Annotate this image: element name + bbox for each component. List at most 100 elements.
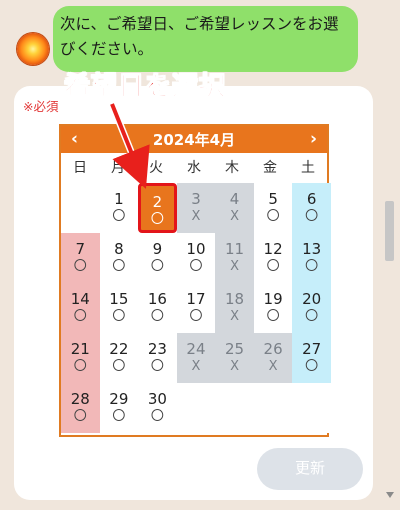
calendar-day-1[interactable]: 1〇 [100,183,139,233]
availability-mark: 〇 [112,409,126,424]
chat-message-bubble: 次に、ご希望日、ご希望レッスンをお選 びください。 [53,6,358,72]
calendar-day-5[interactable]: 5〇 [254,183,293,233]
availability-mark: 〇 [266,259,280,274]
calendar-day-13[interactable]: 13 〇 [292,233,331,283]
calendar-day-10[interactable]: 10 〇 [177,233,216,283]
day-number: 19 [263,290,283,308]
availability-mark: 〇 [305,209,319,224]
availability-mark: 〇 [73,359,87,374]
day-number: 10 [186,240,206,258]
availability-mark: 〇 [150,212,164,227]
day-number: 16 [147,290,167,308]
calendar-empty-cell [215,383,254,433]
calendar-day-17[interactable]: 17 〇 [177,283,216,333]
calendar-day-8[interactable]: 8〇 [100,233,139,283]
calendar-day-28[interactable]: 28 〇 [61,383,100,433]
calendar-day-20[interactable]: 20 〇 [292,283,331,333]
calendar-day-9[interactable]: 9〇 [138,233,177,283]
calendar-empty-cell [292,383,331,433]
availability-mark: 〇 [189,259,203,274]
weekday-wed: 水 [187,160,201,176]
day-number: 12 [263,240,283,258]
calendar-day-18: 18 X [215,283,254,333]
calendar-day-22[interactable]: 22 〇 [100,333,139,383]
day-number: 17 [186,290,206,308]
annotation-label: 希望日を選択 [63,72,227,103]
chat-message-line-2: びください。 [60,40,154,58]
calendar-day-21[interactable]: 21 〇 [61,333,100,383]
calendar-empty-cell [176,383,216,433]
calendar-header: ‹ 2024年4月 › [61,126,327,153]
availability-mark: X [191,359,201,374]
calendar-day-15[interactable]: 15 〇 [100,283,139,333]
availability-mark: 〇 [112,309,126,324]
availability-mark: 〇 [73,259,87,274]
availability-mark: 〇 [189,309,203,324]
calendar-day-4: 4X [215,183,254,233]
availability-mark: 〇 [112,359,126,374]
availability-mark: X [230,359,239,374]
day-number: 2 [152,193,163,211]
day-number: 8 [114,240,124,258]
day-number: 30 [147,390,167,408]
weekday-sun: 日 [73,160,87,176]
day-number: 25 [224,340,245,358]
day-number: 21 [70,340,90,358]
day-number: 1 [114,190,124,208]
calendar-day-3: 3X [176,183,216,233]
day-number: 7 [75,240,86,258]
prev-month-icon[interactable]: ‹ [71,126,78,153]
calendar-day-27[interactable]: 27 〇 [292,333,331,383]
calendar-day-30[interactable]: 30 〇 [138,383,177,433]
availability-mark: 〇 [266,309,280,324]
day-number: 29 [109,390,129,408]
weekday-sat: 土 [301,160,315,176]
day-number: 14 [70,290,90,308]
calendar-day-6[interactable]: 6〇 [292,183,331,233]
availability-mark: X [230,259,239,274]
calendar-day-19[interactable]: 19 〇 [254,283,293,333]
availability-mark: 〇 [73,309,87,324]
day-number: 3 [191,190,201,208]
calendar-day-26: 26 X [253,333,293,383]
day-number: 23 [147,340,167,358]
calendar-day-16[interactable]: 16 〇 [138,283,177,333]
calendar-empty-cell [61,183,100,233]
calendar-day-14[interactable]: 14 〇 [61,283,100,333]
availability-mark: 〇 [112,209,126,224]
update-button[interactable]: 更新 [257,448,363,490]
calendar-day-11: 11 X [215,233,254,283]
availability-mark: 〇 [150,359,164,374]
availability-mark: X [230,209,239,224]
day-number: 26 [263,340,283,358]
required-label: ※必須 [23,99,59,114]
scroll-down-icon[interactable] [386,492,394,498]
bot-avatar-icon [17,33,49,65]
day-number: 28 [70,390,90,408]
calendar-day-12[interactable]: 12 〇 [254,233,293,283]
weekday-tue: 火 [149,160,163,176]
availability-mark: 〇 [266,209,280,224]
availability-mark: 〇 [305,309,319,324]
day-number: 11 [224,240,245,258]
calendar-empty-cell [253,383,293,433]
calendar-day-24: 24 X [176,333,216,383]
scrollbar-thumb[interactable] [385,201,394,261]
calendar-day-2[interactable]: 2〇 [138,183,177,233]
availability-mark: 〇 [305,259,319,274]
day-number: 24 [186,340,206,358]
chat-message-line-1: 次に、ご希望日、ご希望レッスンをお選 [60,15,339,33]
availability-mark: 〇 [305,359,319,374]
day-number: 22 [109,340,129,358]
calendar-day-7[interactable]: 7〇 [61,233,100,283]
calendar-day-29[interactable]: 29 〇 [100,383,139,433]
availability-mark: X [268,359,278,374]
weekday-row: 日 月 火 水 木 金 土 [61,153,327,183]
calendar-month-title: 2024年4月 [152,131,236,149]
availability-mark: 〇 [150,309,164,324]
next-month-icon[interactable]: › [310,126,317,153]
day-number: 13 [302,240,322,258]
day-number: 5 [268,190,278,208]
calendar-day-23[interactable]: 23 〇 [138,333,177,383]
day-number: 9 [152,240,163,258]
